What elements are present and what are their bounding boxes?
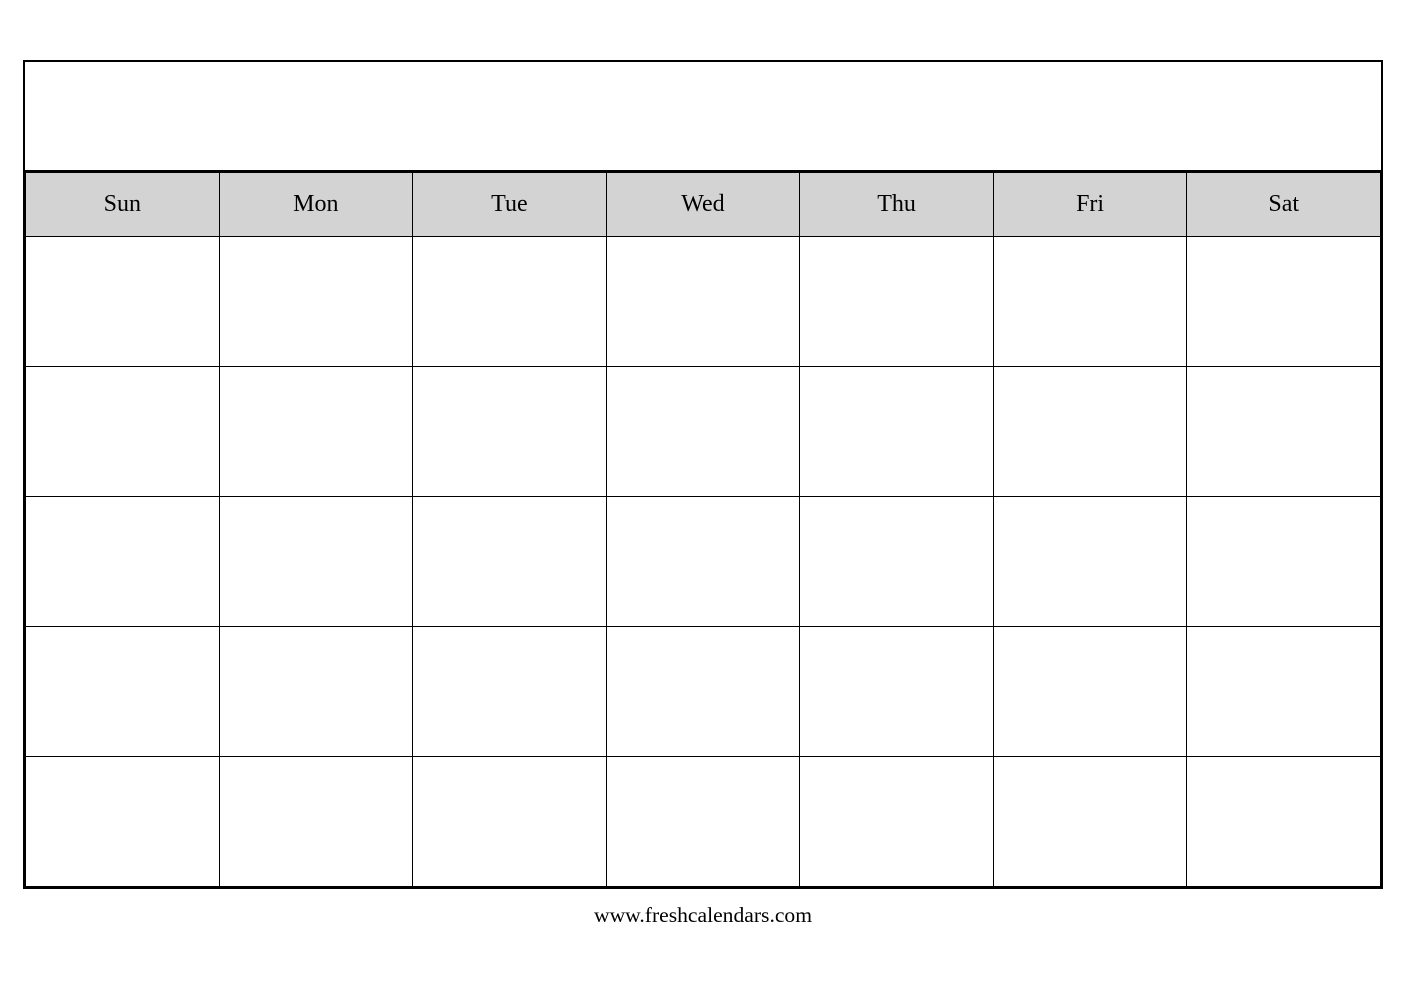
day-cell xyxy=(413,496,607,626)
day-cell xyxy=(1187,236,1381,366)
day-cell xyxy=(1187,366,1381,496)
day-cell xyxy=(993,496,1187,626)
day-cell xyxy=(1187,496,1381,626)
day-cell xyxy=(219,626,413,756)
calendar-grid: Sun Mon Tue Wed Thu Fri Sat xyxy=(25,172,1381,887)
title-row xyxy=(25,62,1381,172)
day-cell xyxy=(219,756,413,886)
day-cell xyxy=(800,366,994,496)
day-cell xyxy=(606,756,800,886)
day-cell xyxy=(993,236,1187,366)
day-cell xyxy=(606,236,800,366)
day-cell xyxy=(26,626,220,756)
header-sat: Sat xyxy=(1187,172,1381,236)
header-mon: Mon xyxy=(219,172,413,236)
header-row: Sun Mon Tue Wed Thu Fri Sat xyxy=(26,172,1381,236)
page-wrapper: Sun Mon Tue Wed Thu Fri Sat xyxy=(23,60,1383,936)
day-cell xyxy=(800,626,994,756)
week-row-2 xyxy=(26,366,1381,496)
week-row-5 xyxy=(26,756,1381,886)
day-cell xyxy=(606,626,800,756)
header-fri: Fri xyxy=(993,172,1187,236)
day-cell xyxy=(413,236,607,366)
day-cell xyxy=(413,366,607,496)
day-cell xyxy=(606,496,800,626)
day-cell xyxy=(26,496,220,626)
calendar-container: Sun Mon Tue Wed Thu Fri Sat xyxy=(23,60,1383,889)
day-cell xyxy=(219,496,413,626)
day-cell xyxy=(993,626,1187,756)
day-cell xyxy=(993,366,1187,496)
header-thu: Thu xyxy=(800,172,994,236)
day-cell xyxy=(219,236,413,366)
day-cell xyxy=(800,756,994,886)
header-sun: Sun xyxy=(26,172,220,236)
day-cell xyxy=(26,236,220,366)
day-cell xyxy=(413,626,607,756)
day-cell xyxy=(413,756,607,886)
week-row-3 xyxy=(26,496,1381,626)
day-cell xyxy=(219,366,413,496)
day-cell xyxy=(606,366,800,496)
day-cell xyxy=(26,756,220,886)
header-wed: Wed xyxy=(606,172,800,236)
day-cell xyxy=(26,366,220,496)
day-cell xyxy=(1187,756,1381,886)
day-cell xyxy=(993,756,1187,886)
day-cell xyxy=(1187,626,1381,756)
day-cell xyxy=(800,236,994,366)
week-row-4 xyxy=(26,626,1381,756)
day-cell xyxy=(800,496,994,626)
footer-url: www.freshcalendars.com xyxy=(23,889,1383,936)
week-row-1 xyxy=(26,236,1381,366)
header-tue: Tue xyxy=(413,172,607,236)
